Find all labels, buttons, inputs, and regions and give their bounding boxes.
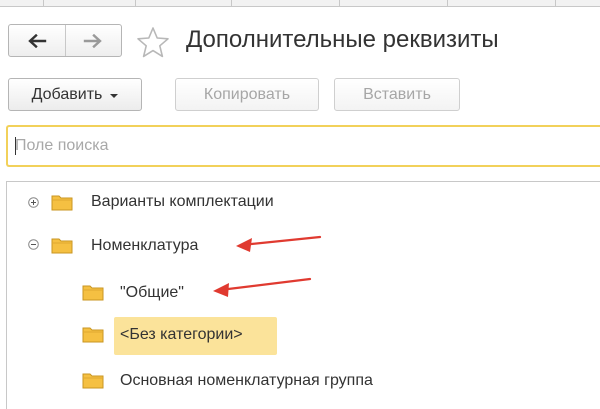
paste-button-label: Вставить (363, 85, 431, 103)
strip-divider (447, 0, 448, 7)
search-input[interactable] (8, 127, 600, 165)
back-button[interactable] (9, 25, 65, 56)
tree-item-label: Основная номенклатурная группа (120, 372, 373, 389)
search-box (6, 125, 600, 167)
strip-divider (339, 0, 340, 7)
forward-button[interactable] (64, 25, 122, 56)
tree-item-label: <Без категории> (120, 326, 243, 343)
strip-divider (555, 0, 556, 7)
tree-item-label: "Общие" (120, 284, 184, 301)
page-title: Дополнительные реквизиты (186, 26, 499, 53)
star-outline-icon[interactable] (136, 26, 170, 58)
add-button[interactable]: Добавить (8, 78, 142, 111)
paste-button[interactable]: Вставить (334, 78, 460, 111)
folder-icon (82, 373, 104, 389)
arrow-right-icon (84, 33, 103, 48)
folder-icon (51, 238, 73, 254)
copy-button-label: Копировать (203, 85, 291, 103)
arrow-left-icon (27, 33, 46, 48)
tree-item-label: Номенклатура (91, 237, 199, 254)
folder-icon (82, 285, 104, 301)
navigation-group (8, 24, 122, 57)
text-cursor (15, 137, 16, 155)
chevron-down-icon (110, 93, 119, 98)
collapse-minus-icon[interactable] (28, 239, 39, 250)
strip-divider (135, 0, 136, 7)
add-button-label: Добавить (31, 85, 103, 103)
strip-divider (231, 0, 232, 7)
top-strip (0, 0, 600, 7)
strip-divider (43, 0, 44, 7)
folder-icon (82, 327, 104, 343)
category-tree: Варианты комплектации Номенклатура "Общи… (6, 181, 600, 409)
copy-button[interactable]: Копировать (175, 78, 319, 111)
tree-item-label: Варианты комплектации (91, 193, 274, 210)
expand-plus-icon[interactable] (28, 197, 39, 208)
folder-icon (51, 195, 73, 211)
